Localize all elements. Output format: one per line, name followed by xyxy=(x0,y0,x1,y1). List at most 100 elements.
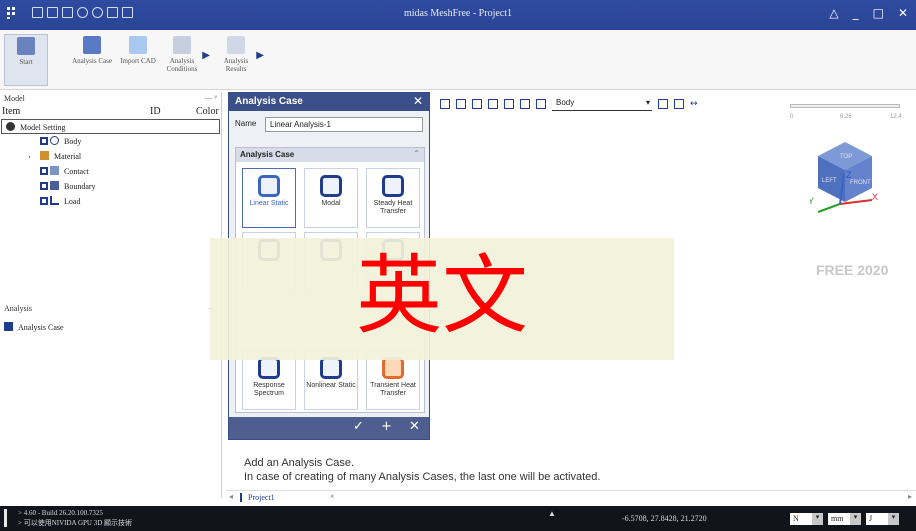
help-icon[interactable]: △ xyxy=(829,6,838,20)
tree-item-load[interactable]: Load xyxy=(0,194,221,209)
group-header[interactable]: Analysis Case ⌃ xyxy=(236,148,424,162)
scroll-left-icon[interactable]: ◂ xyxy=(229,492,233,501)
view-cube[interactable]: TOP LEFT FRONT Z Y X xyxy=(810,138,880,218)
chevron-right-icon: ▶ xyxy=(256,50,264,61)
y-axis-line xyxy=(817,203,841,213)
tree-item-analysis-case[interactable]: Analysis Case xyxy=(0,320,221,335)
tile-label: Nonlinear Static xyxy=(306,382,356,389)
tile-steady-heat-transfer[interactable]: Steady Heat Transfer xyxy=(366,168,420,228)
view-front-icon[interactable] xyxy=(504,99,514,109)
analysis-conditions-icon xyxy=(173,36,191,54)
box-icon[interactable] xyxy=(488,99,498,109)
ribbon-label: Analysis Case xyxy=(72,57,112,65)
x-axis-label: X xyxy=(872,192,878,202)
checkbox-icon[interactable] xyxy=(40,137,48,145)
chevron-right-icon: ▶ xyxy=(202,50,210,61)
modal-icon xyxy=(320,175,342,197)
body-select-value: Body xyxy=(556,97,575,107)
log-line-1: > 4.60 - Build 26.20.100.7325 xyxy=(18,509,103,517)
close-icon[interactable]: ✕ xyxy=(413,94,423,108)
list-icon[interactable] xyxy=(472,99,482,109)
chevron-up-icon[interactable]: ⌃ xyxy=(413,149,420,158)
checkbox-icon[interactable] xyxy=(40,167,48,175)
tile-label: Modal xyxy=(321,200,341,207)
minimize-button[interactable]: _ xyxy=(853,6,859,20)
steady-heat-icon xyxy=(382,175,404,197)
brand-watermark: FREE 2020 xyxy=(816,262,889,278)
tree-item-model-setting[interactable]: Model Setting xyxy=(1,119,220,134)
tile-label: Linear Static xyxy=(249,200,289,207)
close-button[interactable]: ✕ xyxy=(898,6,908,20)
chevron-right-icon[interactable]: › xyxy=(28,149,31,164)
pin-icon[interactable]: — ᵠ xyxy=(204,93,217,102)
column-item[interactable]: Item xyxy=(2,106,20,117)
material-icon xyxy=(40,151,49,160)
chevron-down-icon[interactable]: ▾ xyxy=(812,513,823,525)
scale-ruler: 0 6.26 12.4 xyxy=(790,104,904,126)
cursor-coordinates: -6.5708, 27.8428, 21.2720 xyxy=(622,514,707,523)
body-select[interactable]: Body ▾ xyxy=(552,98,652,111)
cube-front-label: FRONT xyxy=(850,180,871,186)
viewport-toolbar: Body ▾ ↔ xyxy=(440,96,698,112)
add-button[interactable]: + xyxy=(381,419,392,434)
select-window-icon[interactable] xyxy=(456,99,466,109)
help-line-2: In case of creating of many Analysis Cas… xyxy=(244,471,601,483)
chevron-down-icon[interactable]: ▾ xyxy=(888,513,899,525)
overlay-text: 英文 xyxy=(356,246,528,346)
ribbon-analysis-conditions-button[interactable]: Analysis Conditions ▶ xyxy=(160,34,210,86)
title-bar: midas MeshFree - Project1 △ _ □ ✕ xyxy=(0,0,916,30)
analysis-case-icon xyxy=(83,36,101,54)
tile-label: Response Spectrum xyxy=(253,382,285,397)
tree-label: Model Setting xyxy=(20,123,66,132)
body-icon xyxy=(50,136,59,145)
force-unit-select[interactable]: N xyxy=(790,513,812,525)
tree-item-body[interactable]: Body xyxy=(0,134,221,149)
model-panel-header: Model — ᵠ xyxy=(0,92,221,106)
maximize-button[interactable]: □ xyxy=(873,6,884,20)
column-color[interactable]: Color xyxy=(196,106,219,117)
length-unit-select[interactable]: mm xyxy=(828,513,850,525)
z-axis-label: Z xyxy=(846,170,852,180)
tree-label: Analysis Case xyxy=(18,323,64,332)
ok-button[interactable]: ✓ xyxy=(353,419,364,434)
tile-label: Steady Heat Transfer xyxy=(373,200,413,215)
view-side-icon[interactable] xyxy=(520,99,530,109)
dialog-header: Analysis Case ✕ xyxy=(229,93,429,111)
settings-icon xyxy=(6,122,15,131)
checkbox-icon[interactable] xyxy=(40,182,48,190)
copy-icon[interactable] xyxy=(658,99,668,109)
scroll-right-icon[interactable]: ▸ xyxy=(908,492,912,501)
tab-close-icon[interactable]: × xyxy=(330,492,335,501)
contact-icon xyxy=(50,166,59,175)
ribbon-import-cad-button[interactable]: Import CAD xyxy=(116,34,160,86)
name-input[interactable]: Linear Analysis-1 xyxy=(265,117,423,132)
dialog-footer: ✓ + ✕ xyxy=(229,417,429,439)
tree-item-material[interactable]: › Material xyxy=(0,149,221,164)
tree-label: Boundary xyxy=(64,182,96,191)
cube-left-label: LEFT xyxy=(822,178,837,184)
measure-icon[interactable]: ↔ xyxy=(690,99,698,109)
tile-linear-static[interactable]: Linear Static xyxy=(242,168,296,228)
energy-unit-select[interactable]: J xyxy=(866,513,888,525)
ribbon-start-button[interactable]: Start xyxy=(4,34,48,86)
linear-static-icon xyxy=(258,175,280,197)
chevron-down-icon[interactable]: ▾ xyxy=(646,98,650,107)
column-id[interactable]: ID xyxy=(150,106,161,117)
display-icon[interactable] xyxy=(536,99,546,109)
analysis-panel-title: Analysis xyxy=(4,304,32,313)
tab-project1[interactable]: Project1 xyxy=(240,493,275,502)
ribbon-analysis-case-button[interactable]: Analysis Case xyxy=(70,34,114,86)
ruler-label: 0 xyxy=(790,114,794,120)
cancel-button[interactable]: ✕ xyxy=(409,419,420,434)
checkbox-icon[interactable] xyxy=(40,197,48,205)
select-icon[interactable] xyxy=(440,99,450,109)
ribbon-analysis-results-button[interactable]: Analysis Results ▶ xyxy=(214,34,264,86)
ribbon-label: Import CAD xyxy=(120,57,156,65)
ribbon: Start Analysis Case Import CAD Analysis … xyxy=(0,30,916,90)
split-icon[interactable] xyxy=(674,99,684,109)
tree-item-boundary[interactable]: Boundary xyxy=(0,179,221,194)
tree-item-contact[interactable]: Contact xyxy=(0,164,221,179)
tile-modal[interactable]: Modal xyxy=(304,168,358,228)
chevron-down-icon[interactable]: ▾ xyxy=(850,513,861,525)
expand-log-icon[interactable]: ▲ xyxy=(548,509,556,518)
